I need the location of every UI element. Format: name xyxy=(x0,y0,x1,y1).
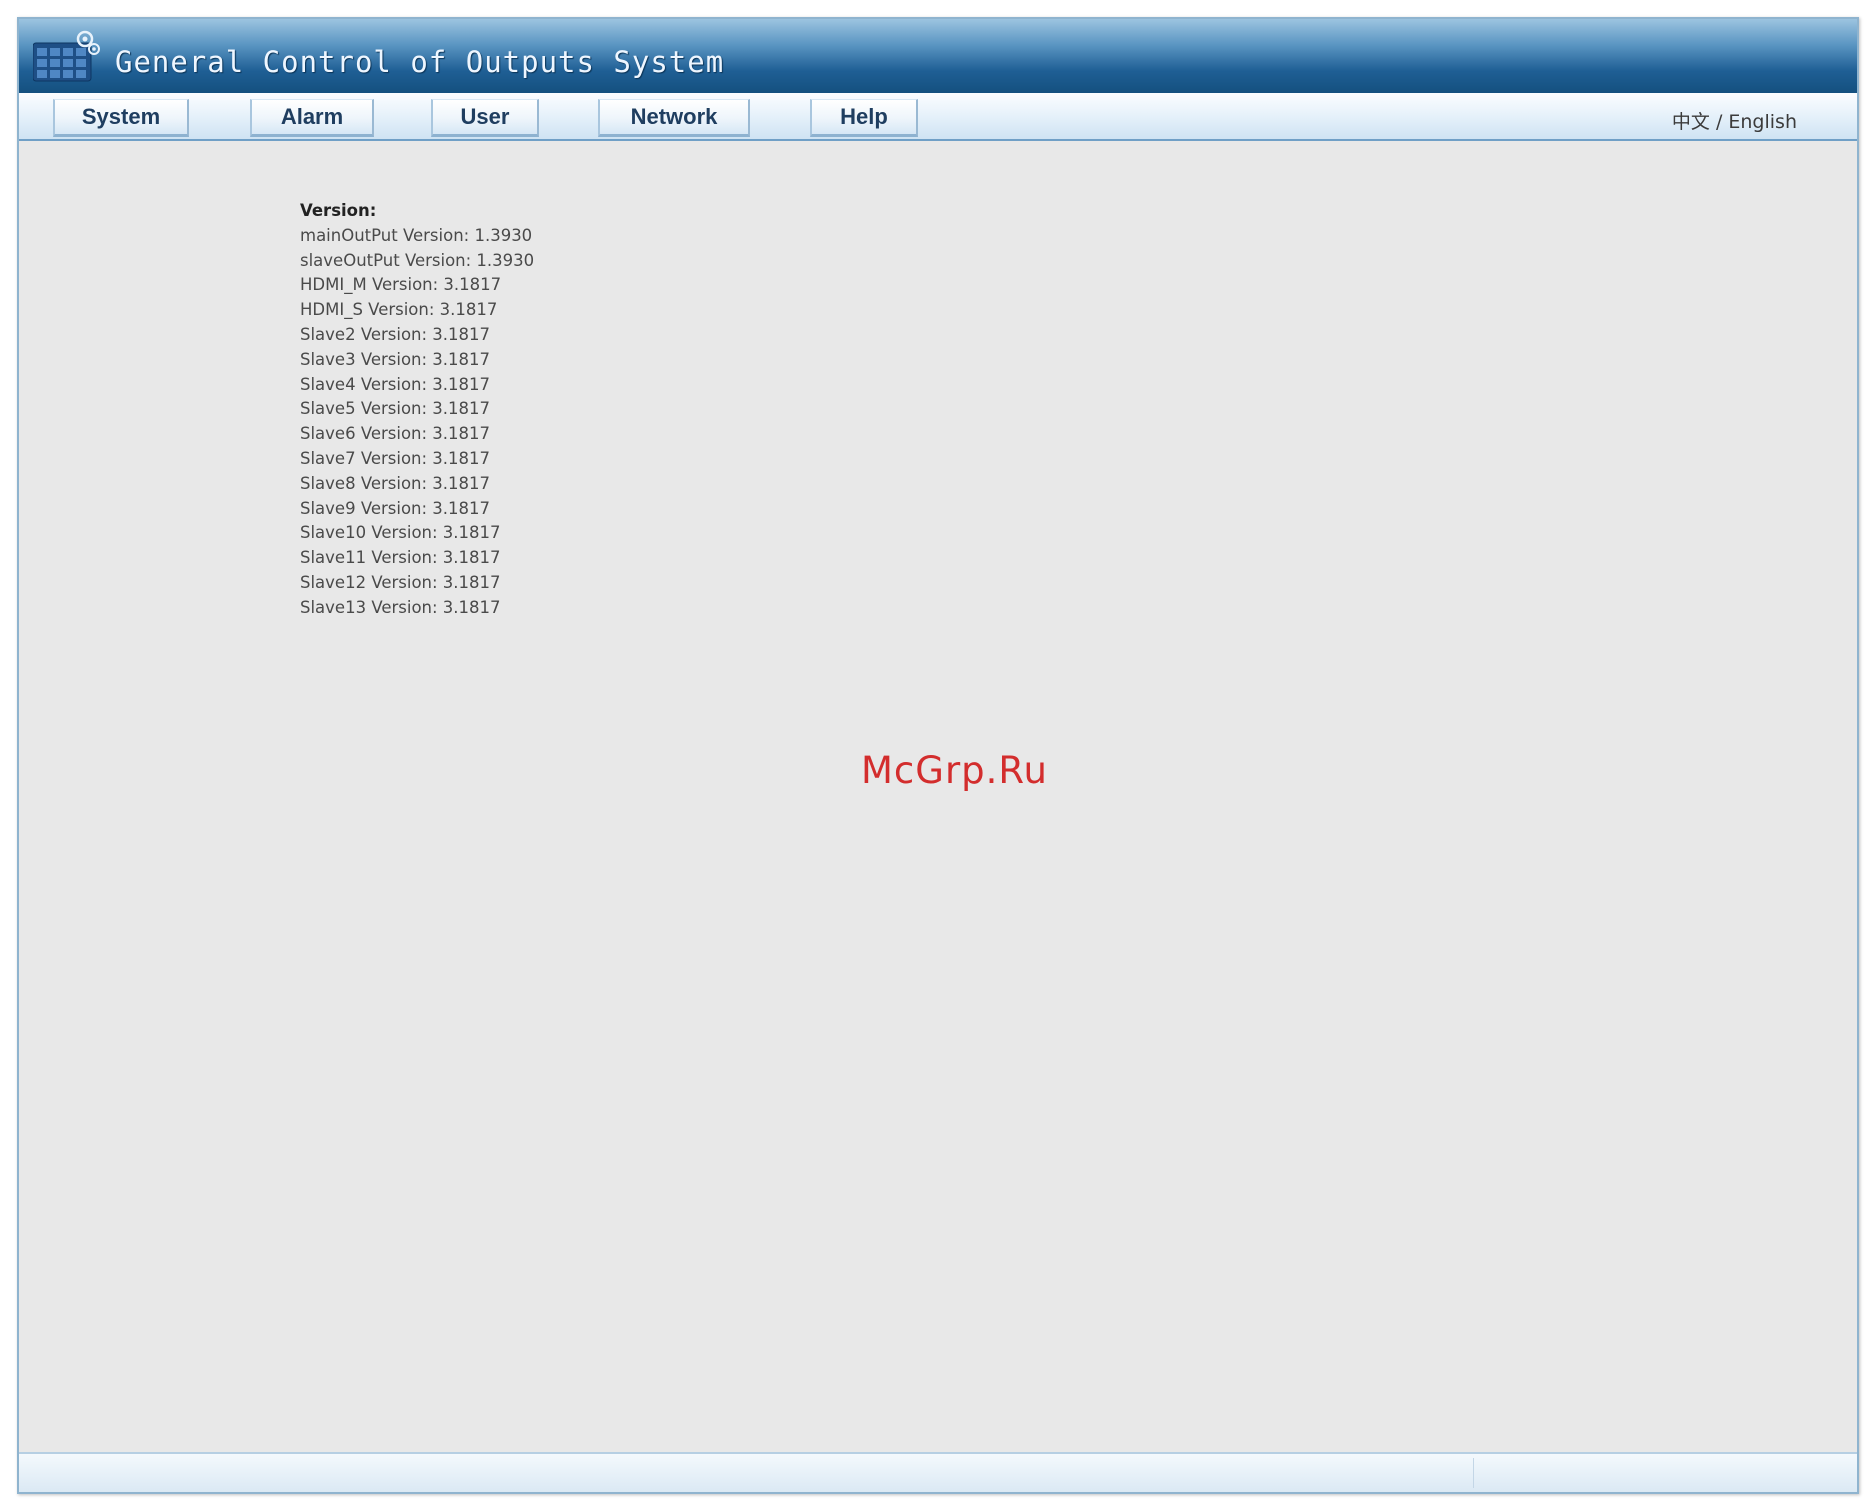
version-line: Slave11 Version: 3.1817 xyxy=(300,548,501,568)
version-line: Slave13 Version: 3.1817 xyxy=(300,597,501,617)
language-switch[interactable]: 中文 / English xyxy=(1672,107,1797,134)
version-line: Slave10 Version: 3.1817 xyxy=(300,523,501,543)
nav-help-tab[interactable]: Help xyxy=(810,99,918,137)
version-info: Version: mainOutPut Version: 1.3930 slav… xyxy=(300,199,534,621)
main-nav: System Alarm User Network Help 中文 / Engl… xyxy=(19,93,1857,141)
version-line: slaveOutPut Version: 1.3930 xyxy=(300,250,535,270)
version-heading: Version: xyxy=(300,201,377,220)
version-line: Slave12 Version: 3.1817 xyxy=(300,572,501,592)
nav-alarm-tab[interactable]: Alarm xyxy=(250,99,374,137)
version-line: Slave9 Version: 3.1817 xyxy=(300,498,491,518)
version-line: Slave3 Version: 3.1817 xyxy=(300,349,491,369)
version-line: Slave8 Version: 3.1817 xyxy=(300,473,491,493)
nav-user-tab[interactable]: User xyxy=(431,99,539,137)
nav-system-tab[interactable]: System xyxy=(53,99,189,137)
watermark-text: McGrp.Ru xyxy=(861,749,1048,792)
version-line: HDMI_S Version: 3.1817 xyxy=(300,300,498,320)
main-content: Version: mainOutPut Version: 1.3930 slav… xyxy=(19,141,1857,1451)
version-line: Slave6 Version: 3.1817 xyxy=(300,424,491,444)
status-bar xyxy=(19,1452,1857,1492)
version-line: Slave2 Version: 3.1817 xyxy=(300,324,491,344)
version-line: HDMI_M Version: 3.1817 xyxy=(300,275,502,295)
status-divider xyxy=(1473,1458,1474,1488)
app-title: General Control of Outputs System xyxy=(115,45,725,79)
version-line: mainOutPut Version: 1.3930 xyxy=(300,225,533,245)
version-line: Slave4 Version: 3.1817 xyxy=(300,374,491,394)
version-line: Slave7 Version: 3.1817 xyxy=(300,448,491,468)
version-line: Slave5 Version: 3.1817 xyxy=(300,399,491,419)
app-window: General Control of Outputs System System… xyxy=(17,17,1859,1494)
app-logo-icon xyxy=(33,30,100,82)
title-bar: General Control of Outputs System xyxy=(19,19,1857,94)
nav-network-tab[interactable]: Network xyxy=(598,99,750,137)
